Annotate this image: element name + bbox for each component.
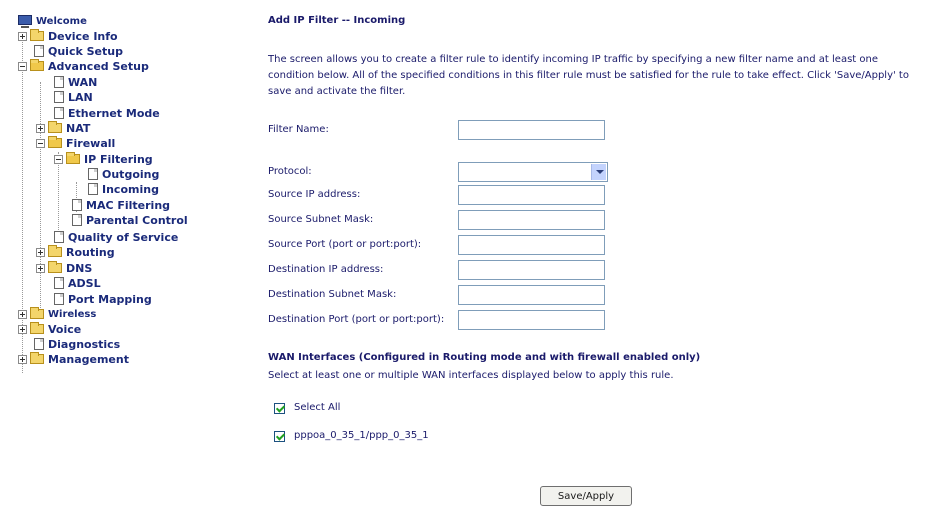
filter-name-input[interactable]: [458, 120, 605, 140]
folder-icon: [30, 322, 44, 334]
document-icon: [54, 231, 64, 243]
collapse-minus-icon[interactable]: [18, 62, 27, 71]
tree-label: Parental Control: [86, 214, 188, 227]
tree-label: Incoming: [102, 183, 159, 196]
destination-ip-input[interactable]: [458, 260, 605, 280]
select-all-label: Select All: [294, 402, 341, 413]
document-icon: [54, 76, 64, 88]
folder-open-icon: [66, 152, 80, 164]
folder-open-icon: [48, 136, 62, 148]
document-icon: [34, 45, 44, 57]
document-icon: [54, 293, 64, 305]
tree-label: Management: [48, 353, 129, 366]
folder-icon: [48, 245, 62, 257]
interface-label: pppoa_0_35_1/ppp_0_35_1: [294, 430, 429, 441]
tree-label: Advanced Setup: [48, 60, 149, 73]
destination-port-label: Destination Port (port or port:port):: [268, 314, 445, 325]
tree-label: Port Mapping: [68, 293, 152, 306]
document-icon: [88, 168, 98, 180]
tree-label: Welcome: [36, 16, 87, 27]
source-port-input[interactable]: [458, 235, 605, 255]
tree-label: DNS: [66, 262, 93, 275]
wan-interfaces-instruction: Select at least one or multiple WAN inte…: [268, 370, 674, 381]
document-icon: [54, 277, 64, 289]
tree-label: Voice: [48, 323, 82, 336]
expand-plus-icon[interactable]: [36, 124, 45, 133]
tree-connector: [58, 152, 59, 242]
save-apply-button[interactable]: Save/Apply: [540, 486, 632, 506]
tree-label: IP Filtering: [84, 153, 153, 166]
destination-subnet-mask-label: Destination Subnet Mask:: [268, 289, 397, 300]
source-port-label: Source Port (port or port:port):: [268, 239, 422, 250]
tree-label: Quality of Service: [68, 231, 179, 244]
chevron-down-icon[interactable]: [591, 164, 606, 180]
document-icon: [88, 183, 98, 195]
folder-icon: [48, 121, 62, 133]
tree-label: Ethernet Mode: [68, 107, 160, 120]
folder-icon: [30, 352, 44, 364]
wan-interfaces-heading: WAN Interfaces (Configured in Routing mo…: [268, 352, 701, 363]
destination-ip-label: Destination IP address:: [268, 264, 384, 275]
tree-label: LAN: [68, 91, 93, 104]
destination-port-input[interactable]: [458, 310, 605, 330]
document-icon: [72, 214, 82, 226]
tree-label: Wireless: [48, 309, 97, 320]
source-subnet-mask-input[interactable]: [458, 210, 605, 230]
document-icon: [72, 199, 82, 211]
select-all-checkbox[interactable]: [274, 403, 285, 414]
collapse-minus-icon[interactable]: [36, 139, 45, 148]
computer-icon: [18, 15, 32, 28]
tree-label: Outgoing: [102, 168, 160, 181]
tree-label: NAT: [66, 122, 91, 135]
filter-name-label: Filter Name:: [268, 124, 329, 135]
expand-plus-icon[interactable]: [36, 248, 45, 257]
expand-plus-icon[interactable]: [18, 310, 27, 319]
destination-subnet-mask-input[interactable]: [458, 285, 605, 305]
folder-icon: [30, 29, 44, 41]
protocol-select[interactable]: [458, 162, 608, 182]
page-description: The screen allows you to create a filter…: [268, 54, 909, 97]
source-ip-label: Source IP address:: [268, 189, 361, 200]
tree-label: Firewall: [66, 137, 116, 150]
tree-connector: [22, 36, 23, 373]
protocol-label: Protocol:: [268, 166, 312, 177]
folder-icon: [30, 307, 44, 319]
tree-label: MAC Filtering: [86, 199, 171, 212]
interface-checkbox[interactable]: [274, 431, 285, 442]
source-ip-input[interactable]: [458, 185, 605, 205]
document-icon: [54, 91, 64, 103]
page-title: Add IP Filter -- Incoming: [268, 15, 406, 26]
folder-open-icon: [30, 59, 44, 71]
tree-label: WAN: [68, 76, 98, 89]
tree-connector: [40, 82, 41, 312]
expand-plus-icon[interactable]: [18, 325, 27, 334]
folder-icon: [48, 261, 62, 273]
tree-label: ADSL: [68, 277, 101, 290]
tree-label: Quick Setup: [48, 45, 123, 58]
source-subnet-mask-label: Source Subnet Mask:: [268, 214, 374, 225]
expand-plus-icon[interactable]: [18, 32, 27, 41]
tree-label: Routing: [66, 246, 115, 259]
expand-plus-icon[interactable]: [18, 355, 27, 364]
tree-label: Device Info: [48, 30, 118, 43]
document-icon: [54, 107, 64, 119]
expand-plus-icon[interactable]: [36, 264, 45, 273]
tree-label: Diagnostics: [48, 338, 121, 351]
document-icon: [34, 338, 44, 350]
collapse-minus-icon[interactable]: [54, 155, 63, 164]
